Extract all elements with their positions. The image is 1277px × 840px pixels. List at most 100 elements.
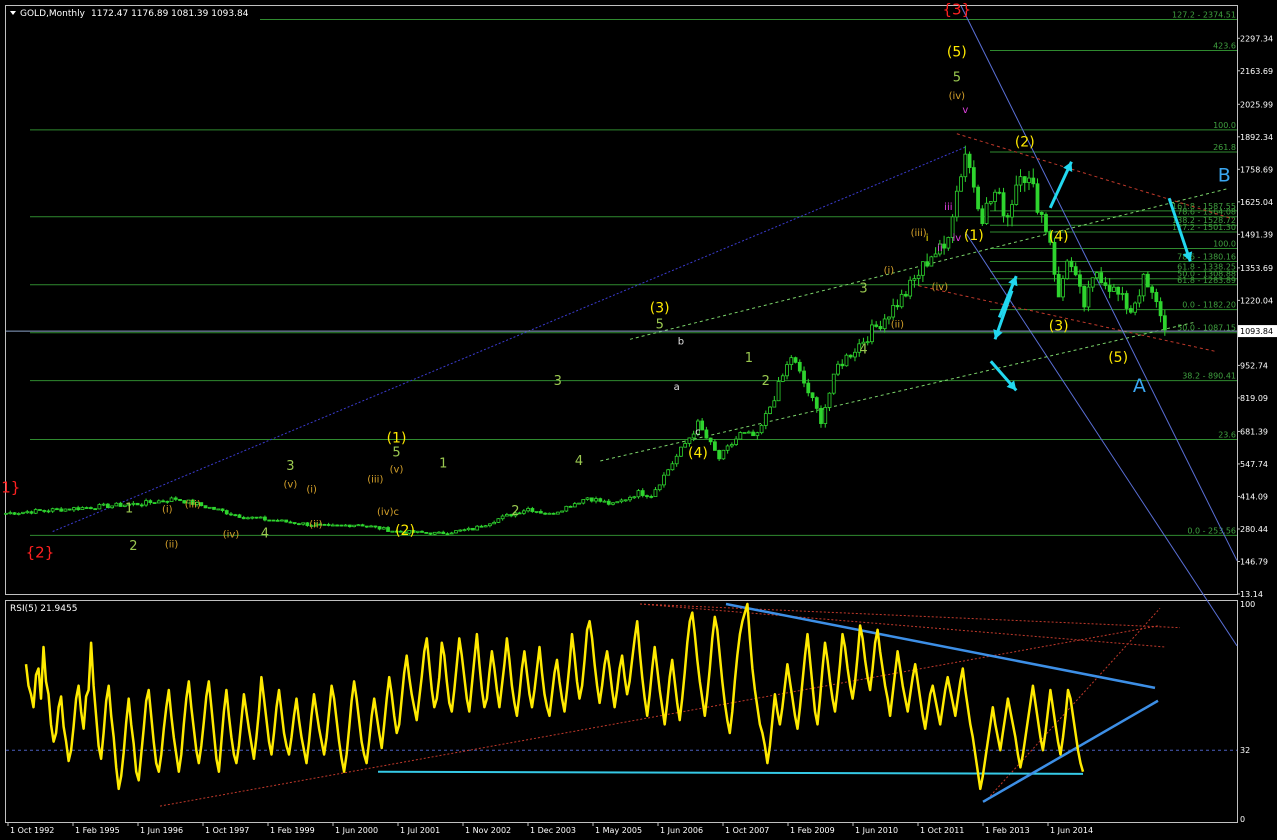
price-tick-label: 1491.39	[1240, 230, 1273, 239]
wave-label: (iv)	[949, 91, 966, 102]
candle-body	[683, 443, 688, 448]
candle-body	[853, 351, 857, 358]
candle-body	[560, 510, 564, 513]
candle-body	[674, 455, 679, 465]
candle-body	[373, 525, 378, 528]
fib-label: 423.6	[1213, 42, 1236, 51]
candle-body	[114, 502, 119, 507]
wave-label: (ii)	[309, 520, 322, 531]
candle-body	[717, 450, 722, 460]
chart-window: 127.2 - 2374.51 423.6 100.0 261.8 161.8 - 15…	[0, 0, 1277, 836]
price-tick-label: 1892.34	[1240, 133, 1273, 142]
candle-body	[67, 508, 72, 511]
candle-body	[46, 510, 51, 513]
candle-body	[1018, 176, 1023, 186]
wave-label: (1)	[387, 431, 407, 447]
candle-body	[526, 508, 530, 512]
candle-body	[428, 532, 433, 535]
candle-body	[347, 524, 352, 528]
candle-body	[1010, 204, 1014, 218]
candle-body	[1145, 273, 1150, 288]
candle-body	[458, 529, 463, 532]
wave-label: 3	[286, 459, 294, 474]
candle-body	[632, 496, 637, 499]
candle-body	[793, 357, 798, 363]
wave-label: 1	[125, 502, 133, 517]
date-tick-label: 1 May 2005	[595, 826, 642, 835]
candle-body	[993, 191, 997, 202]
candle-body	[1082, 285, 1087, 308]
candle-body	[241, 517, 246, 520]
candle-body	[785, 364, 789, 377]
candle-body	[984, 202, 989, 225]
candle-body	[437, 531, 441, 534]
candle-body	[80, 507, 85, 511]
wave-label: (i)	[306, 485, 317, 496]
candle-body	[742, 432, 747, 434]
candle-body	[997, 191, 1002, 194]
wave-label: A	[1133, 375, 1146, 397]
candle-body	[904, 293, 908, 297]
candle-body	[636, 490, 641, 498]
candle-body	[628, 496, 632, 501]
candle-body	[1141, 273, 1146, 297]
candle-body	[874, 324, 879, 327]
candle-body	[534, 511, 539, 513]
candle-body	[1133, 302, 1138, 313]
candle-body	[1112, 286, 1116, 292]
candle-body	[971, 167, 976, 188]
wave-label: (3)	[650, 300, 670, 316]
candle-body	[942, 243, 946, 249]
candle-body	[343, 524, 348, 527]
candle-body	[203, 505, 208, 509]
fib-label: 100.0	[1213, 121, 1236, 130]
wave-label: c	[695, 427, 701, 438]
fib-label: 0.0 - 253.56	[1187, 526, 1236, 535]
candle-body	[288, 521, 293, 524]
wave-label: 2	[762, 374, 770, 389]
candle-body	[1069, 260, 1074, 268]
candle-body	[789, 357, 794, 366]
candle-body	[1120, 293, 1125, 295]
candle-body	[254, 516, 259, 519]
candle-body	[1073, 266, 1078, 276]
price-tick-label: 952.74	[1240, 361, 1268, 370]
candle-body	[755, 432, 760, 437]
date-tick-label: 1 Jun 1996	[140, 826, 183, 835]
candle-body	[449, 532, 454, 535]
candle-body	[420, 530, 424, 533]
price-tick-label: 146.79	[1240, 557, 1268, 566]
candle-body	[445, 533, 450, 536]
candle-body	[322, 523, 327, 526]
gold-chart-svg[interactable]: 127.2 - 2374.51423.6100.0261.8161.8 - 15…	[0, 0, 1277, 836]
candle-body	[772, 400, 777, 408]
price-tick-label: 414.09	[1240, 492, 1268, 501]
candle-body	[1027, 177, 1031, 183]
candle-body	[1044, 214, 1048, 232]
wave-label: {3}	[943, 1, 972, 19]
candle-body	[1107, 285, 1112, 292]
date-tick-label: 1 Oct 1992	[10, 826, 54, 835]
candle-body	[1137, 295, 1142, 304]
candle-body	[844, 354, 849, 367]
candle-body	[21, 511, 25, 514]
candle-body	[1154, 291, 1159, 303]
candle-body	[280, 519, 284, 522]
date-tick-label: 1 Dec 2003	[530, 826, 576, 835]
candle-body	[156, 500, 161, 504]
candle-body	[746, 431, 751, 434]
candle-body	[1095, 272, 1099, 279]
candle-body	[670, 463, 675, 471]
candle-body	[93, 508, 98, 511]
candle-body	[589, 497, 594, 502]
wave-label: {1}	[0, 479, 20, 497]
candle-body	[386, 527, 390, 532]
candle-body	[220, 508, 225, 511]
candle-body	[110, 505, 115, 509]
candle-body	[564, 505, 569, 512]
candle-body	[25, 511, 30, 514]
candle-body	[216, 508, 221, 511]
candle-body	[454, 530, 458, 534]
candle-body	[687, 437, 692, 444]
candle-body	[441, 531, 446, 535]
